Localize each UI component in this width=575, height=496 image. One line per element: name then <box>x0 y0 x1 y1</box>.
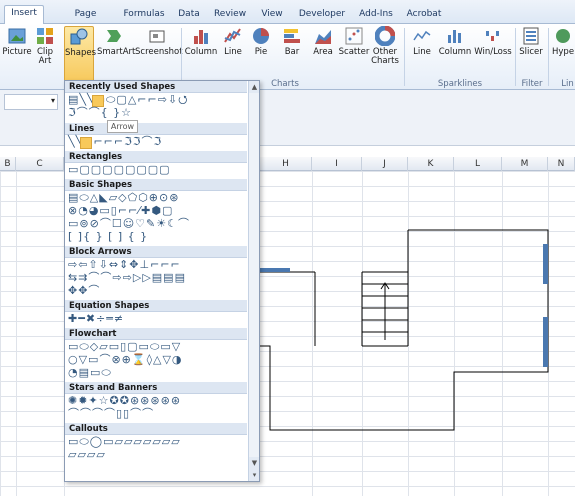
scroll-up-icon[interactable]: ▲ <box>249 81 259 93</box>
section-basic-shapes: Basic Shapes <box>65 179 247 191</box>
window-marker <box>543 244 548 284</box>
shape-row[interactable]: ◔▤▭⬭ <box>68 367 112 379</box>
section-callouts: Callouts <box>65 423 247 435</box>
window-marker <box>543 317 548 367</box>
shape-row[interactable]: ⇨⇦⇧⇩⇔⇕✥⊥⌐⌐⌐ <box>68 259 181 271</box>
shape-row[interactable]: ▤⬭△◣▱◇⬠⬡⊕⊙⊛ <box>68 192 179 204</box>
wall-line <box>258 229 549 431</box>
shape-row[interactable]: ○▽▭⌒⊗⊕⌛◊△▽◑ <box>68 354 183 366</box>
shape-row[interactable]: ⇆⇉⌒⌒⇨⇨▷▷▤▤▤ <box>68 272 186 284</box>
shape-row[interactable]: ▱▱▱▱ <box>68 449 106 461</box>
scroll-more-icon[interactable]: ▾ <box>249 469 259 481</box>
section-lines: Lines <box>65 123 247 135</box>
section-rectangles: Rectangles <box>65 151 247 163</box>
shape-row[interactable]: ⌒⌒⌒⌒▯▯⌒⌒ <box>68 408 154 420</box>
shape-row[interactable]: ▤╲╲▭⬭▢△⌐⌐⇨⇩⭯ <box>68 94 188 106</box>
shape-row[interactable]: ✚━✖÷═≠ <box>68 313 124 325</box>
shapes-gallery[interactable]: Recently Used Shapes ▤╲╲▭⬭▢△⌐⌐⇨⇩⭯ ℑ⌒⌒{ }… <box>64 80 260 482</box>
shape-row[interactable]: ▭⬭◇▱▭▯▢▭⬭▭▽ <box>68 341 181 353</box>
shape-row[interactable]: ▭▢▢▢▢▢▢▢▢ <box>68 164 171 176</box>
section-recently-used: Recently Used Shapes <box>65 81 247 93</box>
scroll-down-icon[interactable]: ▼ <box>249 457 259 469</box>
gallery-scrollbar[interactable]: ▲ ▼ ▾ <box>248 81 259 481</box>
shape-row[interactable]: ▭⊚⊘⌒☐☺♡✎☀☾⌒ <box>68 218 190 230</box>
section-flowchart: Flowchart <box>65 328 247 340</box>
shape-row[interactable]: [ ]{ } [ ] { } <box>68 231 148 243</box>
shape-row[interactable]: ✺✹✦☆✪✪⊛⊛⊛⊛⊛ <box>68 395 181 407</box>
window-marker <box>258 268 290 272</box>
arrow-line-selected[interactable] <box>80 137 92 149</box>
section-stars-and-banners: Stars and Banners <box>65 382 247 394</box>
shape-row[interactable]: ℑ⌒⌒{ }☆ <box>68 107 132 119</box>
shape-row[interactable]: ⊗◔◕▭▯⌐⌐⁄✚⬢▢ <box>68 205 173 217</box>
section-equation-shapes: Equation Shapes <box>65 300 247 312</box>
shape-row[interactable]: ✥✥⌒ <box>68 285 100 297</box>
shape-tooltip: Arrow <box>107 120 138 133</box>
shape-row[interactable]: ▭⬭◯▭▱▱▱▱▱▱▱ <box>68 436 181 448</box>
section-block-arrows: Block Arrows <box>65 246 247 258</box>
